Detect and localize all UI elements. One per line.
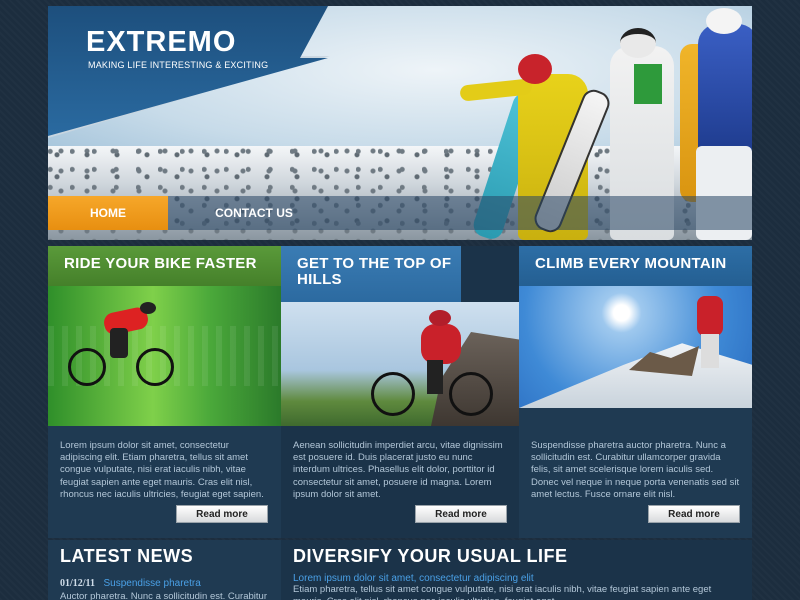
bike-wheel-front xyxy=(449,372,493,416)
site-tagline: MAKING LIFE INTERESTING & EXCITING xyxy=(88,60,269,70)
read-more-button[interactable]: Read more xyxy=(648,505,740,523)
rider-legs xyxy=(110,328,128,358)
news-item: 01/12/11 Suspendisse pharetra Auctor pha… xyxy=(60,573,274,600)
feature-bike: RIDE YOUR BIKE FASTER Lorem ipsum dolor … xyxy=(48,246,281,538)
diversify-content: Lorem ipsum dolor sit amet, consectetur … xyxy=(293,573,745,600)
feature-hills-title: GET TO THE TOP OF HILLS xyxy=(281,246,461,302)
diversify-link[interactable]: Lorem ipsum dolor sit amet, consectetur … xyxy=(293,573,745,584)
red-helmet xyxy=(518,54,552,84)
rider-jacket xyxy=(421,324,461,364)
nav-home[interactable]: HOME xyxy=(48,196,168,230)
hero-banner: EXTREMO MAKING LIFE INTERESTING & EXCITI… xyxy=(48,6,752,240)
bike-wheel-rear xyxy=(371,372,415,416)
news-date: 01/12/11 xyxy=(60,578,96,589)
climber-legs xyxy=(701,334,719,368)
latest-news-title: LATEST NEWS xyxy=(60,546,194,566)
blue-jacket xyxy=(698,24,752,152)
white-beanie xyxy=(620,28,656,58)
news-link[interactable]: Suspendisse pharetra xyxy=(103,578,200,589)
rider-legs xyxy=(427,360,443,394)
rider-helmet xyxy=(429,310,451,326)
diversify-title: DIVERSIFY YOUR USUAL LIFE xyxy=(293,546,568,566)
feature-mountain-text: Suspendisse pharetra auctor pharetra. Nu… xyxy=(531,440,740,500)
climber-jacket xyxy=(697,296,723,336)
biker-image xyxy=(48,286,281,426)
climber-image xyxy=(519,286,752,408)
feature-hills-text: Aenean sollicitudin imperdiet arcu, vita… xyxy=(293,440,503,500)
site-logo[interactable]: EXTREMO xyxy=(86,26,236,59)
mountain-biker-image xyxy=(281,302,519,426)
feature-hills: GET TO THE TOP OF HILLS Aenean sollicitu… xyxy=(281,246,519,538)
main-nav: HOME CONTACT US xyxy=(48,196,752,230)
read-more-button[interactable]: Read more xyxy=(415,505,507,523)
feature-bike-title: RIDE YOUR BIKE FASTER xyxy=(48,246,281,286)
read-more-button[interactable]: Read more xyxy=(176,505,268,523)
news-text: Auctor pharetra. Nunc a sollicitudin est… xyxy=(60,591,267,600)
bike-wheel-rear xyxy=(68,348,106,386)
feature-mountain-title: CLIMB EVERY MOUNTAIN xyxy=(519,246,752,286)
white-helmet xyxy=(706,8,742,34)
diversify-text: Etiam pharetra, tellus sit amet congue v… xyxy=(293,584,712,600)
nav-contact-us[interactable]: CONTACT US xyxy=(198,196,310,230)
feature-bike-text: Lorem ipsum dolor sit amet, consectetur … xyxy=(60,440,264,500)
feature-mountain: CLIMB EVERY MOUNTAIN Suspendisse pharetr… xyxy=(519,246,752,538)
green-vest xyxy=(634,64,662,104)
bike-wheel-front xyxy=(136,348,174,386)
rider-helmet xyxy=(140,302,156,314)
